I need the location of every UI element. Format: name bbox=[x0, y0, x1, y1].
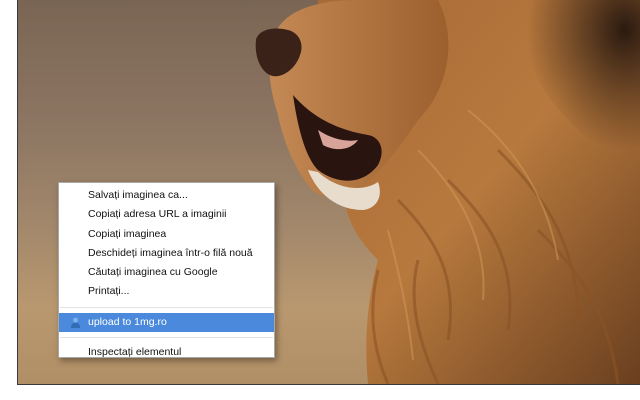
menu-separator bbox=[60, 337, 273, 339]
menu-item-upload-label: upload to 1mg.ro bbox=[88, 315, 167, 328]
menu-item-save-image[interactable]: Salvați imaginea ca... bbox=[59, 186, 274, 205]
context-menu: Salvați imaginea ca... Copiați adresa UR… bbox=[58, 182, 275, 358]
menu-item-copy-image-url[interactable]: Copiați adresa URL a imaginii bbox=[59, 205, 274, 224]
menu-item-inspect-element[interactable]: Inspectați elementul bbox=[59, 343, 274, 362]
person-upload-icon bbox=[71, 317, 80, 328]
menu-item-search-google[interactable]: Căutați imaginea cu Google bbox=[59, 263, 274, 282]
menu-item-copy-image[interactable]: Copiați imaginea bbox=[59, 225, 274, 244]
menu-item-print[interactable]: Printați... bbox=[59, 282, 274, 301]
menu-item-upload-1mg[interactable]: upload to 1mg.ro bbox=[59, 312, 274, 333]
menu-item-open-image-new-tab[interactable]: Deschideți imaginea într-o filă nouă bbox=[59, 244, 274, 263]
menu-separator bbox=[60, 306, 273, 308]
